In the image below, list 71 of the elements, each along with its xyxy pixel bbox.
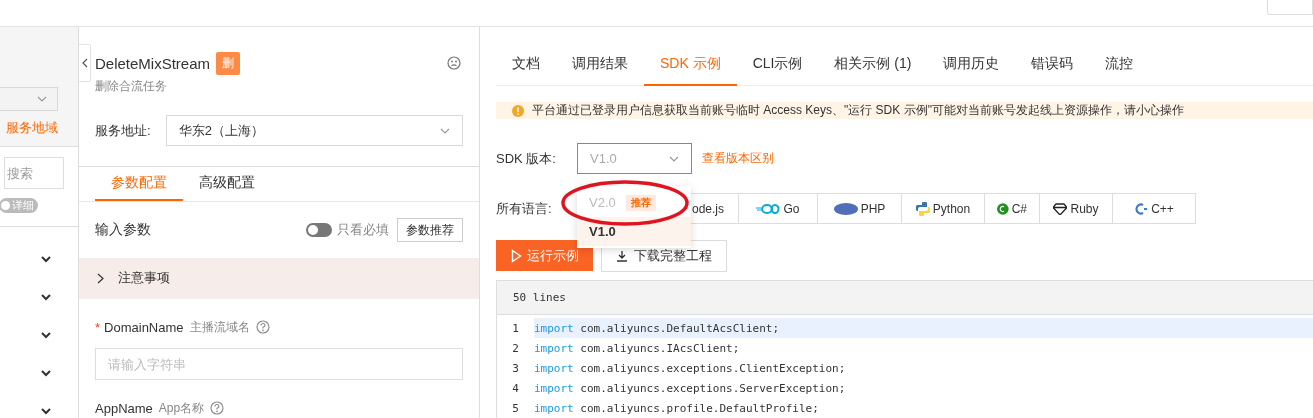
toggle-label: 只看必填 (337, 221, 389, 240)
api-subtitle: 删除合流任务 (95, 78, 168, 95)
code-line: import com.aliyuncs.exceptions.ServerException; (534, 380, 847, 397)
param-name: AppName (95, 400, 153, 416)
notice-panel[interactable]: 注意事项 (79, 257, 479, 299)
oval-icon (833, 202, 858, 215)
circle-icon (997, 201, 1009, 216)
notice-title: 注意事项 (118, 269, 170, 288)
tab[interactable]: 文档 (496, 44, 556, 86)
field-label: 服务地址: (95, 121, 151, 140)
api-title: DeleteMixStream (95, 54, 211, 72)
tab[interactable]: 调用结果 (556, 44, 644, 86)
language-button[interactable]: PHP (817, 193, 902, 224)
param-description: 主播流域名 (189, 318, 250, 336)
help-icon[interactable] (210, 401, 225, 415)
play-icon (510, 248, 522, 263)
chevron-left-icon (81, 58, 88, 68)
search-field[interactable] (1267, 0, 1313, 15)
language-button[interactable]: Ruby (1039, 193, 1113, 224)
collapse-handle[interactable] (79, 44, 91, 82)
param-description: App名称 (158, 399, 205, 417)
tab[interactable]: 相关示例 (1) (818, 44, 928, 86)
help-icon[interactable] (255, 320, 270, 334)
tab[interactable]: 流控 (1089, 44, 1150, 86)
face-icon[interactable] (447, 56, 461, 70)
chevron-down-icon[interactable] (41, 332, 51, 339)
tab[interactable]: 错误码 (1015, 44, 1090, 86)
section-title: 输入参数 (95, 221, 152, 240)
chevron-down-icon (37, 96, 47, 102)
line-number: 5 (511, 401, 520, 415)
recommend-button[interactable]: 参数推荐 (397, 218, 463, 243)
field-label: SDK 版本: (496, 149, 557, 168)
alert-text: 平台通过已登录用户信息获取当前账号临时 Access Keys、"运行 SDK 示例"可能对当前账号发起线上资源操作，请小心操作 (532, 102, 1184, 119)
language-button[interactable]: Go (738, 193, 818, 224)
chevron-down-icon[interactable] (41, 294, 51, 301)
snake-icon (915, 201, 930, 216)
speed-rings-icon (756, 203, 781, 214)
code-line: import com.aliyuncs.exceptions.ClientException; (534, 360, 847, 377)
tab[interactable]: 高级配置 (183, 167, 271, 202)
endpoint-select[interactable]: 华东2（上海） (165, 115, 463, 146)
warning-icon (512, 104, 524, 117)
recommended-tag: 推荐 (625, 194, 656, 211)
search-field[interactable]: 搜索 (4, 157, 64, 189)
language-button[interactable]: C# (984, 193, 1040, 224)
language-button[interactable]: C++ (1112, 193, 1196, 224)
param-name: DomainName (104, 319, 184, 335)
code-line: import com.aliyuncs.profile.DefaultProfile; (534, 400, 820, 417)
chevron-down-icon (440, 127, 450, 134)
dropdown-option[interactable]: V1.0 (577, 217, 691, 246)
arc-icon (1134, 201, 1149, 216)
chevron-down-icon[interactable] (41, 370, 51, 377)
language-button[interactable]: Python (901, 193, 985, 224)
tab[interactable]: CLI示例 (736, 44, 819, 86)
input-field[interactable]: 请输入字符串 (95, 348, 463, 380)
method-badge: 删 (216, 51, 241, 75)
line-number: 3 (511, 361, 520, 375)
line-count: 50 lines (497, 281, 1313, 315)
region-label: 服务地域 (6, 119, 58, 137)
chevron-down-icon[interactable] (41, 408, 51, 415)
chevron-down-icon[interactable] (41, 256, 51, 263)
field-label: 所有语言: (496, 199, 553, 218)
gem-icon (1053, 202, 1068, 215)
required-toggle[interactable] (306, 223, 332, 238)
code-line: import com.aliyuncs.IAcsClient; (534, 340, 741, 357)
download-icon (616, 250, 628, 262)
chevron-down-icon (669, 155, 679, 162)
line-number: 1 (511, 321, 520, 335)
line-number: 4 (511, 381, 520, 395)
tab[interactable]: 调用历史 (927, 44, 1016, 86)
line-number: 2 (511, 341, 520, 355)
required-mark: * (95, 319, 101, 335)
